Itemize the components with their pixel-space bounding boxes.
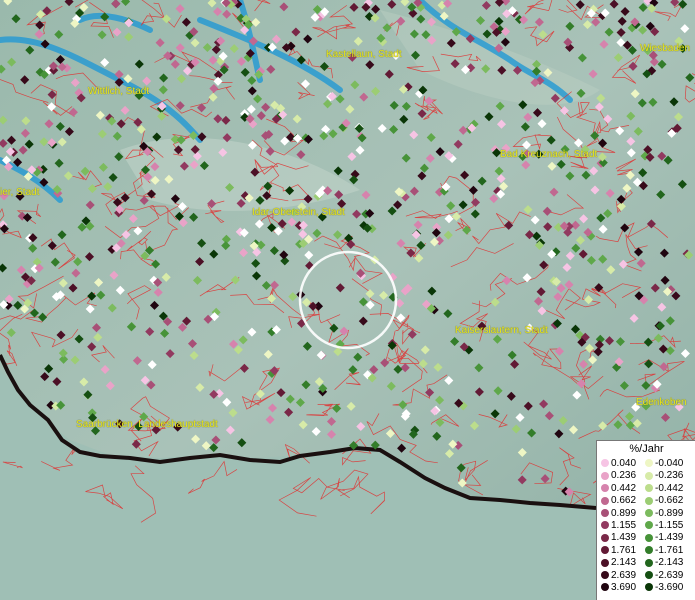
legend-swatch [601, 583, 609, 592]
legend-swatch [601, 508, 609, 517]
legend-value-positive: 0.662 [611, 495, 637, 507]
legend-value-negative: -1.155 [655, 520, 684, 531]
legend-panel: %/Jahr 0.040 -0.040 0.236 -0.236 0.442 -0.442… [596, 440, 695, 600]
city-label-saarbruecken: Saarbrücken, Landeshauptstadt [76, 419, 218, 430]
legend-row: 3.690 -3.690 [601, 582, 683, 594]
legend-value-positive: 1.155 [611, 520, 637, 531]
legend-swatch [645, 570, 653, 579]
legend-value-negative: -2.639 [655, 569, 684, 581]
legend-value-negative: -1.761 [655, 544, 684, 556]
legend-swatch [645, 484, 653, 493]
legend-value-positive: 2.143 [611, 557, 637, 569]
legend-swatch [645, 558, 653, 567]
legend-value-positive: 0.442 [611, 482, 637, 494]
legend-row: 1.761 -1.761 [601, 545, 683, 557]
legend-value-positive: 0.236 [611, 470, 637, 482]
legend-row: 2.639 -2.639 [601, 570, 683, 582]
legend-swatch [645, 459, 653, 468]
city-label-kaiserslautern: Kaiserslautern, Stadt [455, 325, 548, 336]
legend-value-positive: 2.639 [611, 569, 637, 581]
legend-swatch [601, 533, 609, 542]
legend-title: %/Jahr [629, 443, 664, 455]
legend-row: 1.155 -1.155 [601, 520, 683, 532]
legend-swatch [645, 533, 653, 542]
city-label-trier: ier, Stadt [0, 187, 40, 198]
city-label-edenkoben: Edenkoben [636, 397, 687, 408]
legend-value-positive: 1.439 [611, 532, 637, 544]
legend-swatch [601, 484, 609, 493]
legend-value-negative: -1.439 [655, 532, 684, 544]
city-label-kastellaun: Kastellaun, Stadt [326, 49, 402, 60]
city-label-bad-kreuznach: Bad Kreuznach, Stadt [500, 149, 598, 160]
legend-swatch [645, 583, 653, 592]
legend-swatch [601, 570, 609, 579]
legend-row: 2.143 -2.143 [601, 557, 683, 569]
legend-swatch [601, 521, 609, 530]
legend-value-negative: -2.143 [655, 557, 684, 569]
legend-value-positive: 0.899 [611, 507, 637, 519]
legend-row: 0.442 -0.442 [601, 483, 683, 495]
legend-swatch [645, 496, 653, 505]
legend-swatch [601, 546, 609, 555]
legend-row: 0.899 -0.899 [601, 508, 683, 520]
legend-swatch [601, 459, 609, 468]
legend-swatch [601, 558, 609, 567]
legend-swatch [645, 546, 653, 555]
city-label-wittlich: Wittlich, Stadt [88, 86, 150, 97]
legend-swatch [645, 471, 653, 480]
legend-value-negative: -0.236 [655, 470, 684, 482]
legend-swatch [645, 521, 653, 530]
legend-value-negative: -3.690 [655, 582, 684, 593]
legend-value-negative: -0.662 [655, 495, 684, 507]
city-label-wiesbaden: Wiesbaden [640, 43, 691, 54]
legend-row: 0.236 -0.236 [601, 470, 683, 482]
legend-value-negative: -0.040 [655, 458, 684, 469]
legend-row: 0.662 -0.662 [601, 495, 683, 507]
legend-swatch [601, 496, 609, 505]
legend-value-negative: -0.899 [655, 507, 684, 519]
legend-swatch [601, 471, 609, 480]
legend-swatch [645, 508, 653, 517]
legend-row: 1.439 -1.439 [601, 532, 683, 544]
legend-value-positive: 3.690 [611, 582, 637, 593]
legend-row: 0.040 -0.040 [601, 458, 683, 470]
legend-value-negative: -0.442 [655, 482, 684, 494]
legend-value-positive: 0.040 [611, 458, 637, 469]
legend-value-positive: 1.761 [611, 544, 637, 556]
city-label-idar-oberstein: Idar-Oberstein, Stadt [252, 207, 345, 218]
